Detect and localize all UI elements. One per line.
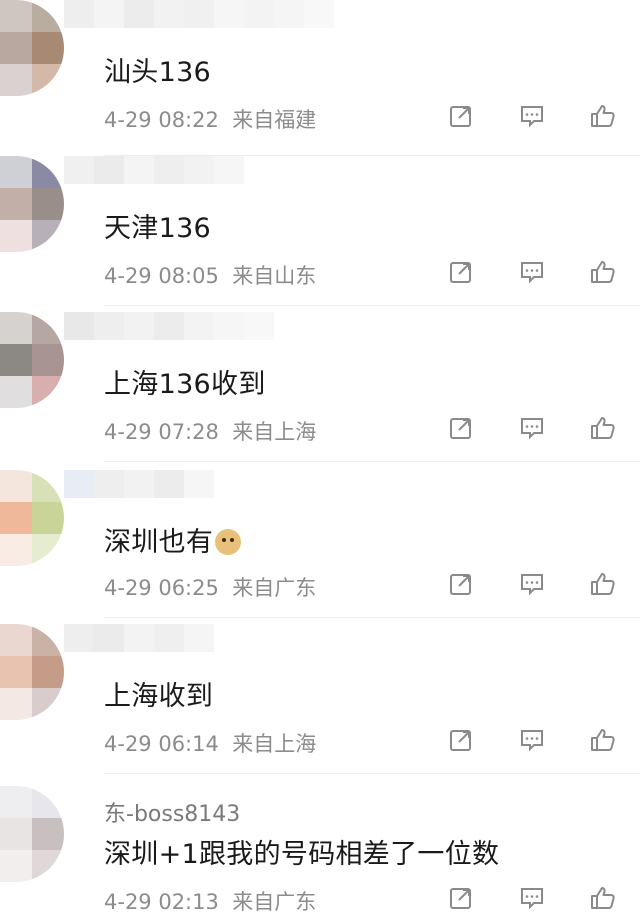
comment-icon[interactable] bbox=[517, 883, 547, 913]
share-icon[interactable] bbox=[446, 569, 476, 599]
comment-text: 深圳+1跟我的号码相差了一位数 bbox=[104, 839, 500, 870]
comment-actions bbox=[446, 568, 618, 600]
comment-location: 来自上海 bbox=[232, 732, 317, 756]
username-blurred[interactable] bbox=[64, 470, 214, 526]
comment-icon[interactable] bbox=[517, 257, 547, 287]
comment-item: 东-boss8143 深圳+1跟我的号码相差了一位数 4-29 02:13 来自… bbox=[0, 774, 640, 922]
share-icon[interactable] bbox=[446, 883, 476, 913]
comment-text: 上海收到 bbox=[104, 681, 214, 712]
comment-location: 来自广东 bbox=[232, 890, 317, 914]
comment-actions bbox=[446, 882, 618, 914]
like-icon[interactable] bbox=[588, 101, 618, 131]
comment-meta: 4-29 02:13 来自广东 bbox=[104, 886, 316, 916]
comment-item: 深圳也有 4-29 06:25 来自广东 bbox=[0, 462, 640, 618]
avatar[interactable] bbox=[0, 786, 64, 882]
comment-actions bbox=[446, 256, 618, 288]
like-icon[interactable] bbox=[588, 413, 618, 443]
comment-meta: 4-29 07:28 来自上海 bbox=[104, 416, 316, 446]
comment-time: 4-29 02:13 bbox=[104, 890, 219, 914]
comment-item: 上海136收到 4-29 07:28 来自上海 bbox=[0, 306, 640, 462]
avatar[interactable] bbox=[0, 624, 64, 720]
comment-actions bbox=[446, 100, 618, 132]
share-icon[interactable] bbox=[446, 725, 476, 755]
username-blurred[interactable] bbox=[64, 312, 274, 368]
like-icon[interactable] bbox=[588, 257, 618, 287]
comment-time: 4-29 06:25 bbox=[104, 576, 219, 600]
like-icon[interactable] bbox=[588, 883, 618, 913]
comment-text: 上海136收到 bbox=[104, 369, 266, 400]
comment-item: 上海收到 4-29 06:14 来自上海 bbox=[0, 618, 640, 774]
share-icon[interactable] bbox=[446, 101, 476, 131]
like-icon[interactable] bbox=[588, 725, 618, 755]
comment-icon[interactable] bbox=[517, 725, 547, 755]
username[interactable]: 东-boss8143 bbox=[104, 796, 240, 828]
comment-time: 4-29 06:14 bbox=[104, 732, 219, 756]
comment-location: 来自山东 bbox=[232, 264, 317, 288]
comment-text: 深圳也有 bbox=[104, 520, 242, 559]
username-blurred[interactable] bbox=[64, 156, 244, 212]
avatar[interactable] bbox=[0, 156, 64, 252]
avatar[interactable] bbox=[0, 312, 64, 408]
comment-item: 天津136 4-29 08:05 来自山东 bbox=[0, 150, 640, 306]
comment-meta: 4-29 06:14 来自上海 bbox=[104, 728, 316, 758]
comment-item: 汕头136 4-29 08:22 来自福建 bbox=[0, 0, 640, 156]
comment-time: 4-29 08:22 bbox=[104, 108, 219, 132]
comment-icon[interactable] bbox=[517, 569, 547, 599]
comment-location: 来自广东 bbox=[232, 576, 317, 600]
comment-location: 来自上海 bbox=[232, 420, 317, 444]
comment-meta: 4-29 08:22 来自福建 bbox=[104, 104, 316, 134]
comment-text-content: 深圳也有 bbox=[104, 527, 214, 558]
share-icon[interactable] bbox=[446, 413, 476, 443]
username-blurred[interactable] bbox=[64, 624, 214, 680]
doge-emoji-icon bbox=[215, 529, 242, 555]
comment-icon[interactable] bbox=[517, 413, 547, 443]
comment-actions bbox=[446, 412, 618, 444]
avatar[interactable] bbox=[0, 470, 64, 566]
comment-text: 天津136 bbox=[104, 213, 212, 244]
comment-text: 汕头136 bbox=[104, 57, 212, 88]
comment-time: 4-29 07:28 bbox=[104, 420, 219, 444]
comment-actions bbox=[446, 724, 618, 756]
comment-icon[interactable] bbox=[517, 101, 547, 131]
comment-meta: 4-29 08:05 来自山东 bbox=[104, 260, 316, 290]
avatar[interactable] bbox=[0, 0, 64, 96]
like-icon[interactable] bbox=[588, 569, 618, 599]
username-blurred[interactable] bbox=[64, 0, 334, 56]
comment-time: 4-29 08:05 bbox=[104, 264, 219, 288]
comment-meta: 4-29 06:25 来自广东 bbox=[104, 572, 316, 602]
share-icon[interactable] bbox=[446, 257, 476, 287]
comment-location: 来自福建 bbox=[232, 108, 317, 132]
